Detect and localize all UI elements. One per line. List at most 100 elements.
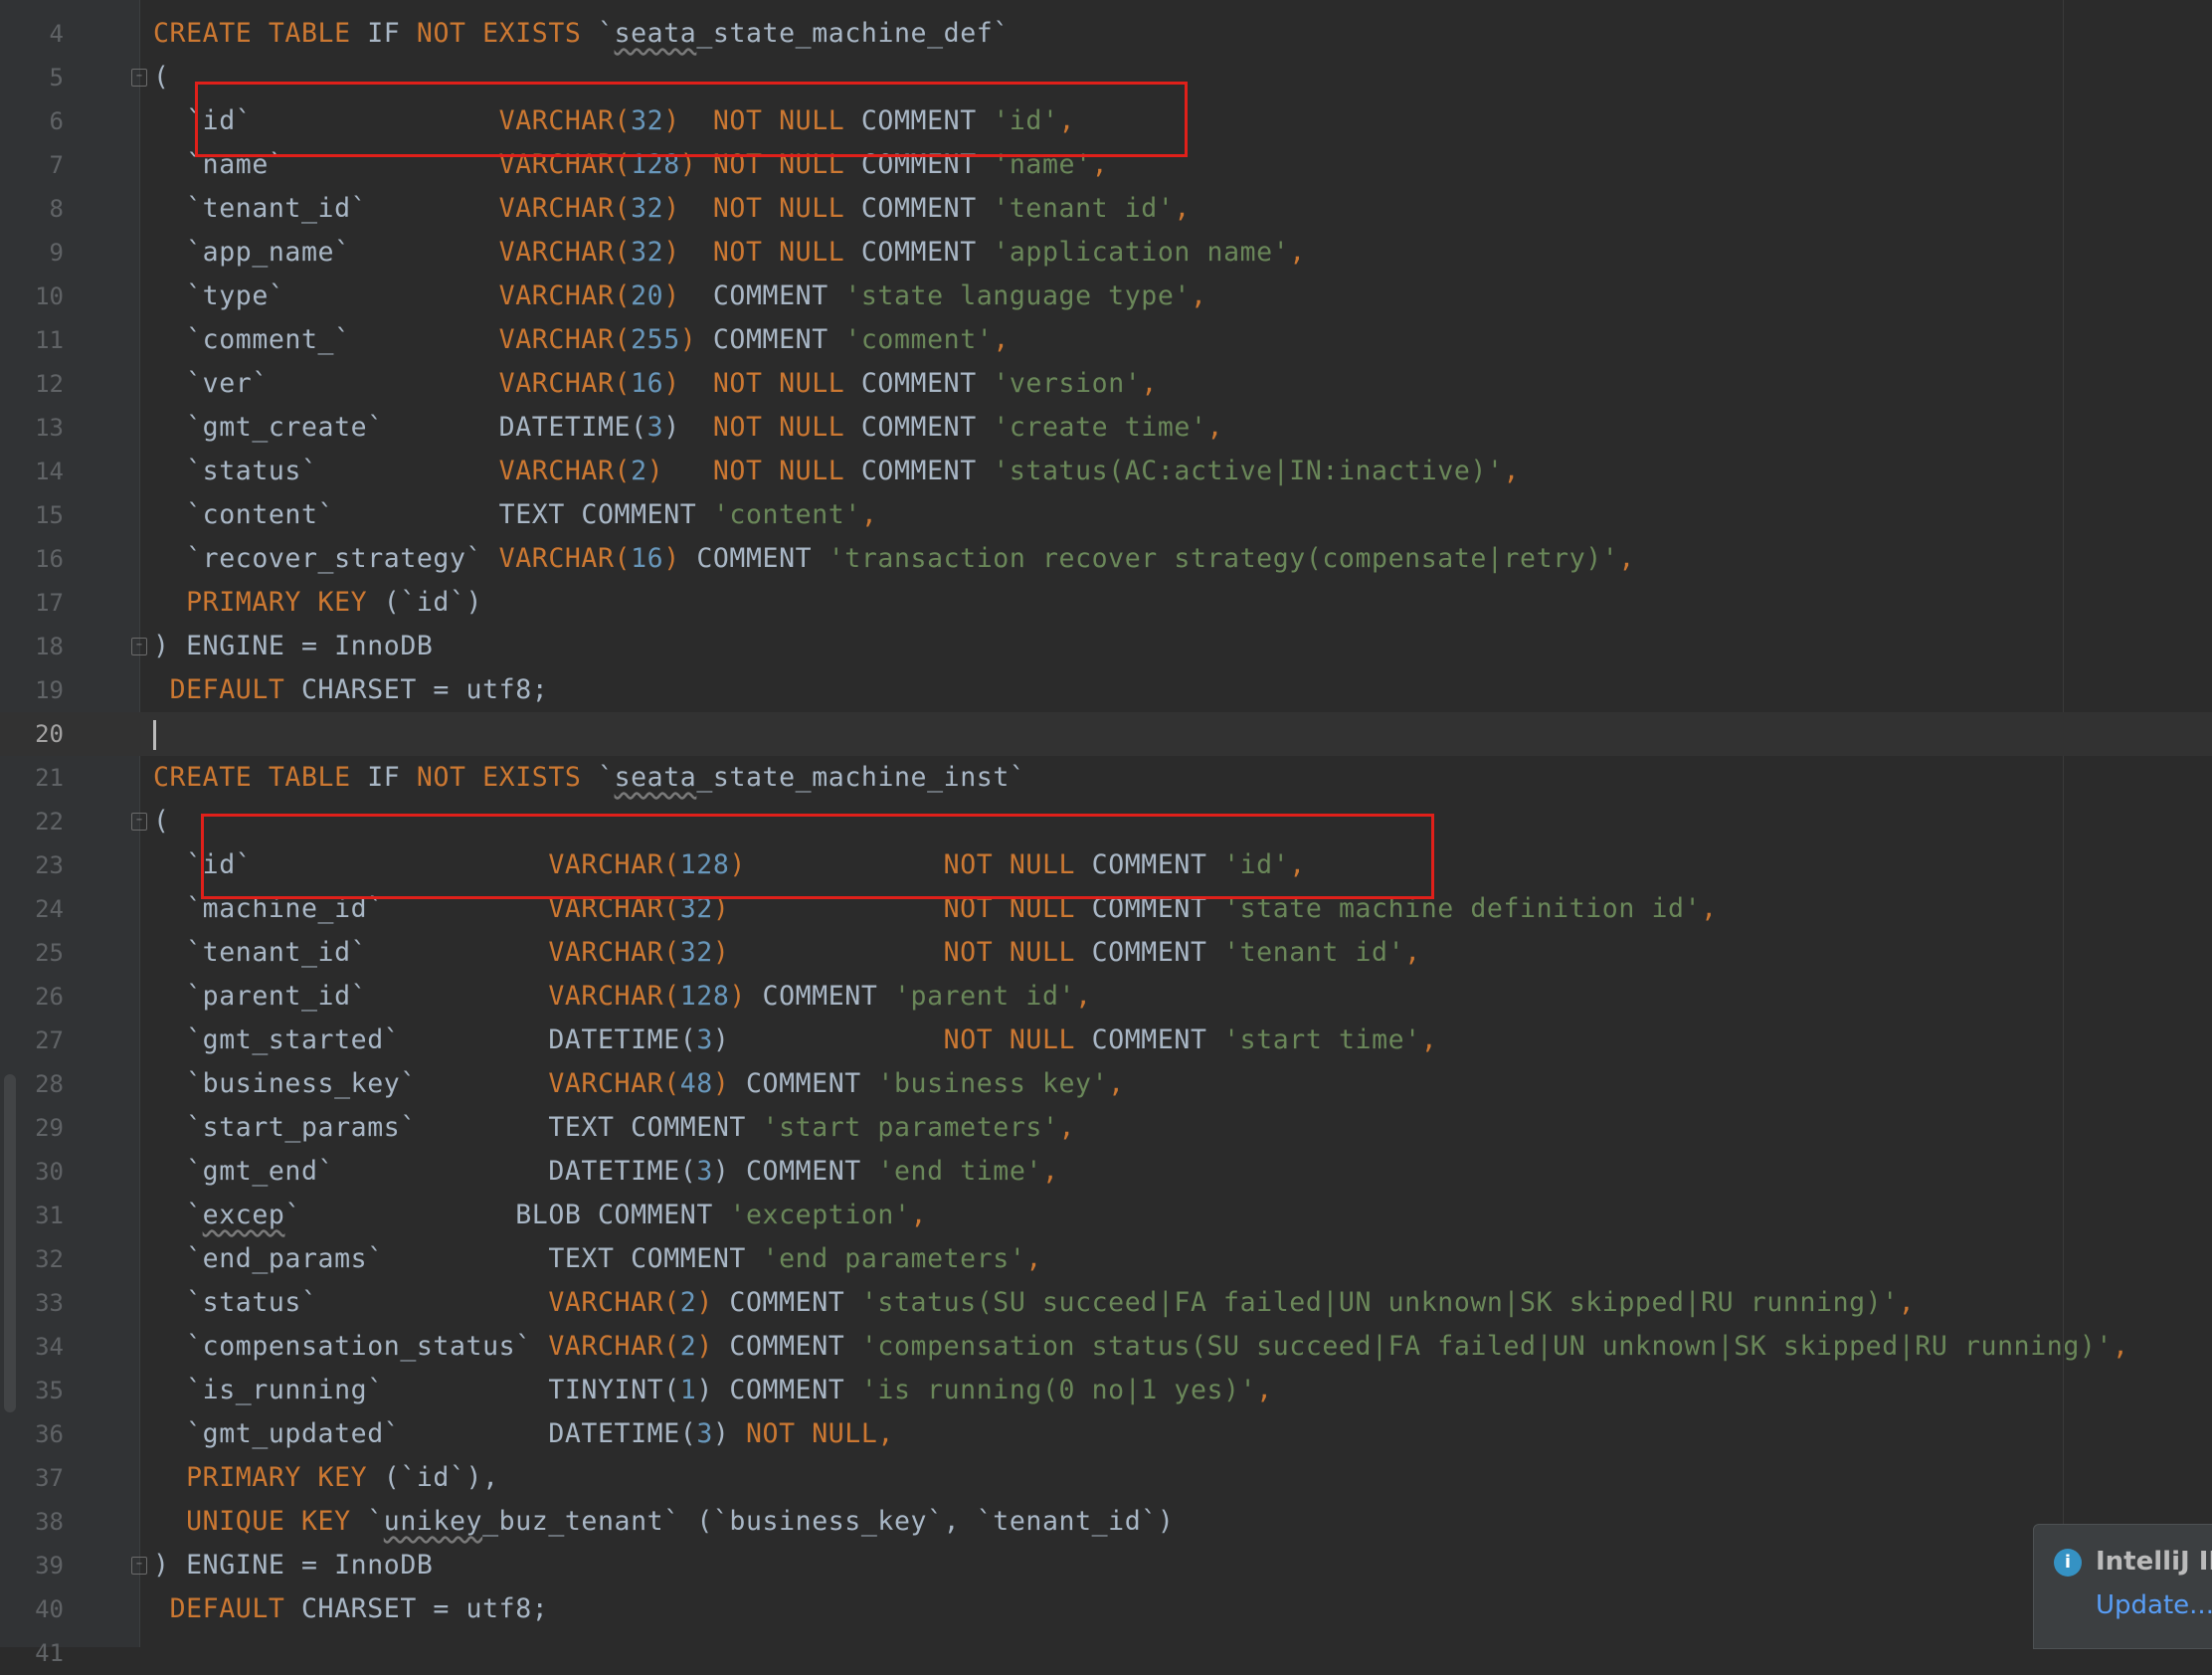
update-notification[interactable]: i IntelliJ IDEA Update... [2033, 1524, 2212, 1649]
code-token: COMMENT [729, 1287, 861, 1318]
code-token: ( [153, 62, 170, 93]
code-text: DEFAULT CHARSET = utf8; [153, 668, 548, 712]
code-line[interactable]: 37 PRIMARY KEY (`id`), [0, 1456, 2212, 1500]
code-line[interactable]: 27 `gmt_started` DATETIME(3) NOT NULL CO… [0, 1019, 2212, 1062]
code-line[interactable]: 30 `gmt_end` DATETIME(3) COMMENT 'end ti… [0, 1150, 2212, 1194]
code-token: ) [663, 412, 713, 443]
code-token: seata [614, 762, 697, 793]
code-line[interactable]: 15 `content` TEXT COMMENT 'content', [0, 493, 2212, 537]
code-line[interactable]: 36 `gmt_updated` DATETIME(3) NOT NULL, [0, 1412, 2212, 1456]
code-token: NOT NULL [745, 1418, 878, 1449]
code-line[interactable]: 41 [0, 1631, 2212, 1675]
code-line[interactable]: 4 CREATE TABLE IF NOT EXISTS `seata_state… [0, 12, 2212, 56]
code-text: `gmt_create` DATETIME(3) NOT NULL COMMEN… [153, 406, 1223, 450]
code-line[interactable]: 20 [0, 712, 2212, 756]
code-line[interactable]: 14 `status` VARCHAR(2) NOT NULL COMMENT … [0, 450, 2212, 493]
code-token: `status` [153, 1287, 549, 1318]
code-line[interactable]: 29 `start_params` TEXT COMMENT 'start pa… [0, 1106, 2212, 1150]
code-line[interactable]: 19 DEFAULT CHARSET = utf8; [0, 668, 2212, 712]
code-text: `start_params` TEXT COMMENT 'start param… [153, 1106, 1075, 1150]
code-line[interactable]: 18 −) ENGINE = InnoDB [0, 625, 2212, 668]
line-number: 10 [35, 282, 64, 310]
code-token: 'end time' [877, 1156, 1042, 1187]
code-token: 128 [679, 981, 730, 1012]
code-token: COMMENT [1091, 937, 1224, 968]
code-token: , [1206, 412, 1224, 443]
code-token: , [993, 324, 1010, 355]
code-token: `gmt_end` [153, 1156, 549, 1187]
code-line[interactable]: 40 DEFAULT CHARSET = utf8; [0, 1587, 2212, 1631]
update-link[interactable]: Update... [2096, 1590, 2212, 1620]
code-line[interactable]: 9 `app_name` VARCHAR(32) NOT NULL COMMEN… [0, 231, 2212, 275]
code-token: COMMENT [860, 456, 994, 486]
code-token: `comment_` [153, 324, 499, 355]
code-token: ` [153, 1200, 203, 1230]
code-token: 'start parameters' [762, 1112, 1059, 1143]
code-line[interactable]: 35 `is_running` TINYINT(1) COMMENT 'is r… [0, 1369, 2212, 1412]
code-line[interactable]: 13 `gmt_create` DATETIME(3) NOT NULL COM… [0, 406, 2212, 450]
code-text: `tenant_id` VARCHAR(32) NOT NULL COMMENT… [153, 187, 1191, 231]
code-line[interactable]: 31 `excep` BLOB COMMENT 'exception', [0, 1194, 2212, 1237]
code-token: ) [729, 981, 763, 1012]
fold-marker-icon[interactable]: − [131, 69, 147, 87]
code-line[interactable]: 21 CREATE TABLE IF NOT EXISTS `seata_stat… [0, 756, 2212, 800]
code-line[interactable]: 34 `compensation_status` VARCHAR(2) COMM… [0, 1325, 2212, 1369]
code-token: _state_machine_inst` [696, 762, 1026, 793]
code-line[interactable]: 28 `business_key` VARCHAR(48) COMMENT 'b… [0, 1062, 2212, 1106]
code-token: ` [598, 18, 615, 49]
code-text: `business_key` VARCHAR(48) COMMENT 'busi… [153, 1062, 1125, 1106]
code-token: CHARSET = utf8; [301, 674, 549, 705]
code-token: 2 [679, 1331, 697, 1362]
code-token: ` [284, 1200, 516, 1230]
line-number: 31 [35, 1202, 64, 1229]
code-token: ) [663, 237, 713, 268]
code-token: 'parent id' [893, 981, 1076, 1012]
code-token: , [1141, 368, 1158, 399]
code-token: ) ENGINE = InnoDB [153, 1550, 434, 1581]
code-line[interactable]: 25 `tenant_id` VARCHAR(32) NOT NULL COMM… [0, 931, 2212, 975]
code-token: 3 [696, 1418, 713, 1449]
line-number: 19 [35, 676, 64, 704]
code-token: 'application name' [993, 237, 1290, 268]
code-token: VARCHAR( [498, 368, 632, 399]
line-number: 37 [35, 1464, 64, 1492]
code-token: DEFAULT [169, 1593, 301, 1624]
line-number: 30 [35, 1158, 64, 1186]
code-token: `compensation_status` [153, 1331, 549, 1362]
code-line[interactable]: 17 PRIMARY KEY (`id`) [0, 581, 2212, 625]
fold-marker-icon[interactable]: − [131, 1557, 147, 1575]
code-token: UNIQUE KEY [186, 1506, 368, 1537]
code-text: `type` VARCHAR(20) COMMENT 'state langua… [153, 275, 1207, 318]
code-line[interactable]: 39 −) ENGINE = InnoDB [0, 1544, 2212, 1587]
code-token: IF [367, 762, 417, 793]
code-line[interactable]: 11 `comment_` VARCHAR(255) COMMENT 'comm… [0, 318, 2212, 362]
code-token: `content` [153, 499, 499, 530]
code-editor[interactable]: 4 CREATE TABLE IF NOT EXISTS `seata_state… [0, 0, 2212, 1667]
code-line[interactable]: 8 `tenant_id` VARCHAR(32) NOT NULL COMME… [0, 187, 2212, 231]
code-token: 'exception' [729, 1200, 911, 1230]
code-token: ) [712, 1068, 746, 1099]
fold-marker-icon[interactable]: − [131, 813, 147, 831]
code-token: ) COMMENT [712, 1156, 878, 1187]
fold-marker-icon[interactable]: − [131, 638, 147, 655]
code-line[interactable]: 32 `end_params` TEXT COMMENT 'end parame… [0, 1237, 2212, 1281]
code-token: , [1404, 937, 1421, 968]
code-line[interactable]: 12 `ver` VARCHAR(16) NOT NULL COMMENT 'v… [0, 362, 2212, 406]
code-line[interactable]: 10 `type` VARCHAR(20) COMMENT 'state lan… [0, 275, 2212, 318]
code-token: unikey [383, 1506, 483, 1537]
code-token: , [860, 499, 878, 530]
code-line[interactable]: 38 UNIQUE KEY `unikey_buz_tenant` (`busi… [0, 1500, 2212, 1544]
code-token: 'end parameters' [762, 1243, 1026, 1274]
code-text: `gmt_started` DATETIME(3) NOT NULL COMME… [153, 1019, 1437, 1062]
code-token: COMMENT [712, 324, 845, 355]
code-token: `is_running` [153, 1375, 549, 1405]
code-token: CREATE TABLE [153, 762, 368, 793]
code-line[interactable]: 33 `status` VARCHAR(2) COMMENT 'status(S… [0, 1281, 2212, 1325]
code-line[interactable]: 16 `recover_strategy` VARCHAR(16) COMMEN… [0, 537, 2212, 581]
code-line[interactable]: 26 `parent_id` VARCHAR(128) COMMENT 'par… [0, 975, 2212, 1019]
code-token: VARCHAR( [548, 981, 680, 1012]
code-token: , [1618, 543, 1635, 574]
line-number: 26 [35, 983, 64, 1011]
